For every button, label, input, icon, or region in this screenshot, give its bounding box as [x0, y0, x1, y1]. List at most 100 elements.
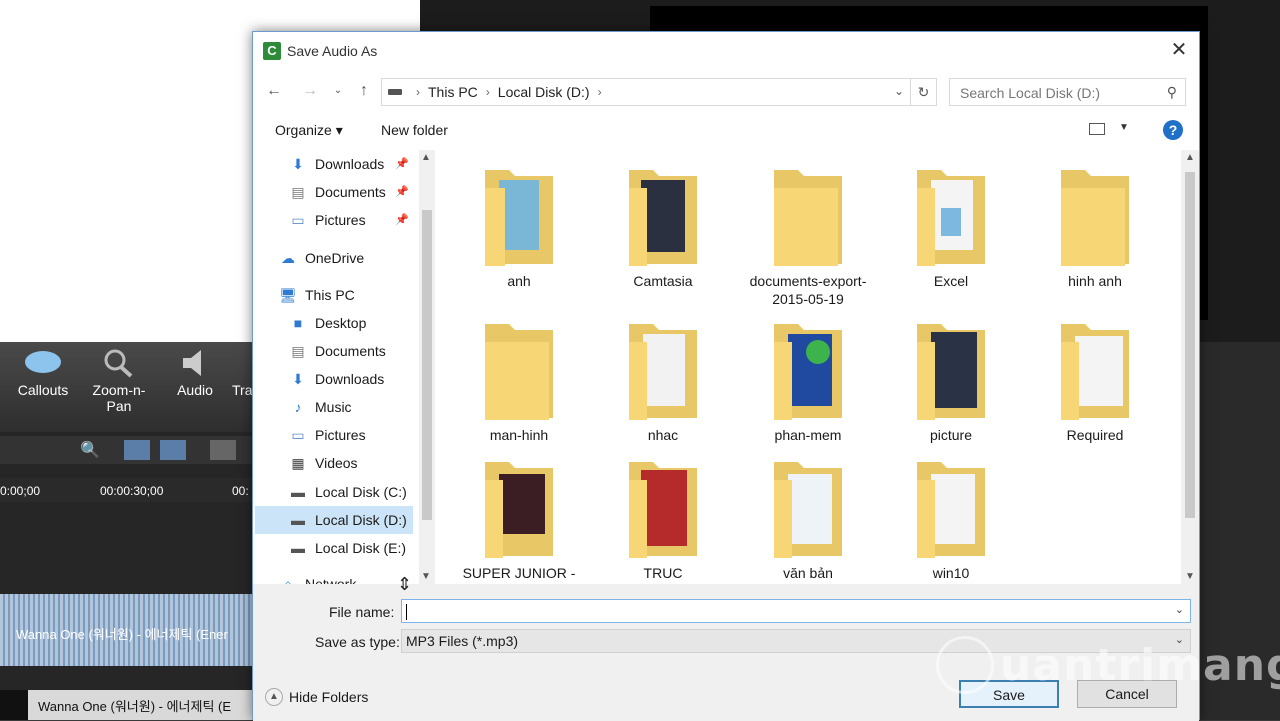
pictures-icon: ▭	[291, 212, 305, 228]
nav-item-downloads[interactable]: ⬇ Downloads	[253, 365, 413, 393]
cut-icon[interactable]	[210, 440, 236, 460]
folder-name: hinh anh	[1068, 273, 1122, 289]
nav-item-local-disk-d[interactable]: ▬ Local Disk (D:)	[255, 506, 413, 534]
forward-arrow-icon[interactable]: →	[299, 80, 321, 102]
folder-item[interactable]: SUPER JUNIOR -	[459, 460, 579, 582]
nav-item-this-pc[interactable]: 🖥 This PC	[253, 281, 413, 309]
scroll-down-icon[interactable]: ▼	[1185, 571, 1195, 582]
hide-folders-button[interactable]: ▲ Hide Folders	[265, 688, 368, 706]
search-input[interactable]: Search Local Disk (D:) ⚲	[949, 78, 1186, 106]
nav-item-videos[interactable]: ▦ Videos	[253, 449, 413, 477]
breadcrumb-this-pc[interactable]: This PC	[428, 84, 478, 100]
folder-icon	[917, 324, 985, 420]
transitions-tool[interactable]: Tra	[232, 342, 252, 398]
camtasia-icon: C	[263, 42, 281, 60]
organize-button[interactable]: Organize ▾	[275, 122, 343, 139]
nav-item-documents-quick[interactable]: ▤ Documents 📌	[253, 178, 413, 206]
undo-icon[interactable]	[124, 440, 150, 460]
save-type-label: Save as type:	[315, 634, 400, 650]
callout-icon	[25, 351, 61, 373]
search-icon: ⚲	[1166, 84, 1177, 100]
nav-label: Documents	[315, 184, 386, 200]
folder-name: win10	[932, 565, 970, 581]
folder-icon	[774, 462, 842, 558]
breadcrumb-separator: ›	[485, 85, 490, 99]
folder-item[interactable]: documents-export-2015-05-19	[745, 168, 871, 308]
nav-label: Pictures	[315, 427, 366, 443]
nav-label: Local Disk (C:)	[315, 484, 407, 500]
scroll-thumb[interactable]	[1185, 172, 1195, 518]
audio-tool[interactable]: Audio	[170, 342, 220, 398]
view-dropdown-icon[interactable]: ▼	[1119, 122, 1129, 133]
refresh-icon[interactable]: ↻	[911, 78, 937, 106]
network-icon: ⌂	[283, 576, 293, 584]
folder-item[interactable]: văn bản	[745, 460, 871, 582]
nav-item-pictures-quick[interactable]: ▭ Pictures 📌	[253, 206, 413, 234]
new-folder-button[interactable]: New folder	[381, 122, 448, 138]
magnifier-icon	[104, 349, 133, 378]
back-arrow-icon[interactable]: ←	[263, 80, 285, 102]
title-bar: C Save Audio As ✕	[253, 32, 1199, 70]
view-icon[interactable]	[1089, 123, 1105, 135]
nav-item-local-disk-c[interactable]: ▬ Local Disk (C:)	[253, 478, 413, 506]
navigation-bar: ← → ⌄ ↑ › This PC › Local Disk (D:) › ⌄ …	[253, 76, 1199, 108]
folder-item[interactable]: anh	[459, 168, 579, 290]
folder-item[interactable]: man-hinh	[459, 322, 579, 444]
help-icon[interactable]: ?	[1163, 120, 1183, 140]
address-dropdown-icon[interactable]: ⌄	[894, 84, 904, 98]
recent-chevron-icon[interactable]: ⌄	[327, 80, 349, 102]
files-scrollbar[interactable]: ▲ ▼	[1181, 150, 1199, 584]
command-bar: Organize ▾ New folder ▼ ?	[253, 116, 1199, 146]
chevron-down-icon[interactable]: ⌄	[1175, 603, 1184, 616]
navigation-pane: ⬇ Downloads 📌 ▤ Documents 📌 ▭ Pictures 📌 ☁ OneD…	[253, 150, 439, 584]
drive-icon: ▬	[291, 540, 305, 556]
scroll-up-icon[interactable]: ▲	[421, 152, 431, 163]
file-name-input[interactable]: ⌄	[401, 599, 1191, 623]
folder-icon	[629, 462, 697, 558]
folder-item[interactable]: Excel	[891, 168, 1011, 290]
folder-item[interactable]: hinh anh	[1035, 168, 1155, 290]
folder-item[interactable]: win10	[891, 460, 1011, 582]
folder-item[interactable]: Camtasia	[603, 168, 723, 290]
nav-item-music[interactable]: ♪ Music	[253, 393, 413, 421]
folder-item[interactable]: phan-mem	[745, 322, 871, 444]
folder-icon	[917, 170, 985, 266]
folder-item[interactable]: nhac	[603, 322, 723, 444]
address-bar[interactable]: › This PC › Local Disk (D:) › ⌄	[381, 78, 911, 106]
nav-item-pictures[interactable]: ▭ Pictures	[253, 421, 413, 449]
nav-label: This PC	[305, 287, 355, 303]
scroll-thumb[interactable]	[422, 210, 432, 520]
scroll-up-icon[interactable]: ▲	[1185, 152, 1195, 163]
redo-icon[interactable]	[160, 440, 186, 460]
nav-scrollbar[interactable]: ▲ ▼	[419, 150, 435, 584]
audio-track-clip-2[interactable]: Wanna One (워너원) - 에너제틱 (E	[28, 690, 252, 720]
folder-item[interactable]: Required	[1035, 322, 1155, 444]
nav-item-desktop[interactable]: ■ Desktop	[253, 309, 413, 337]
timeline-controls: 🔍	[0, 436, 260, 464]
nav-item-onedrive[interactable]: ☁ OneDrive	[253, 244, 413, 272]
audio-track-clip[interactable]: Wanna One (워너원) - 에너제틱 (Ener	[0, 594, 252, 666]
folder-name: documents-export-2015-05-19	[749, 273, 867, 307]
breadcrumb-local-disk-d[interactable]: Local Disk (D:)	[498, 84, 590, 100]
zoom-n-pan-tool[interactable]: Zoom-n-Pan	[84, 342, 154, 414]
up-arrow-icon[interactable]: ↑	[353, 80, 375, 102]
folder-item[interactable]: TRUC	[603, 460, 723, 582]
folder-item[interactable]: picture	[891, 322, 1011, 444]
folder-icon	[1061, 324, 1129, 420]
nav-item-documents[interactable]: ▤ Documents	[253, 337, 413, 365]
pictures-icon: ▭	[291, 427, 305, 443]
nav-item-network[interactable]: ⌂ Network	[253, 570, 413, 584]
breadcrumb-separator: ›	[416, 85, 420, 99]
folder-icon	[917, 462, 985, 558]
scroll-down-icon[interactable]: ▼	[421, 571, 431, 582]
ruler-tick: 00:	[232, 484, 249, 498]
callouts-tool[interactable]: Callouts	[14, 342, 72, 398]
search-placeholder: Search Local Disk (D:)	[960, 85, 1101, 101]
drive-icon: ▬	[291, 512, 305, 528]
nav-item-downloads-quick[interactable]: ⬇ Downloads 📌	[253, 150, 413, 178]
folder-name: man-hinh	[489, 427, 549, 443]
nav-item-local-disk-e[interactable]: ▬ Local Disk (E:)	[253, 534, 413, 562]
zoom-icon[interactable]: 🔍	[80, 440, 100, 460]
track-header	[0, 690, 28, 720]
close-button[interactable]: ✕	[1167, 38, 1191, 62]
